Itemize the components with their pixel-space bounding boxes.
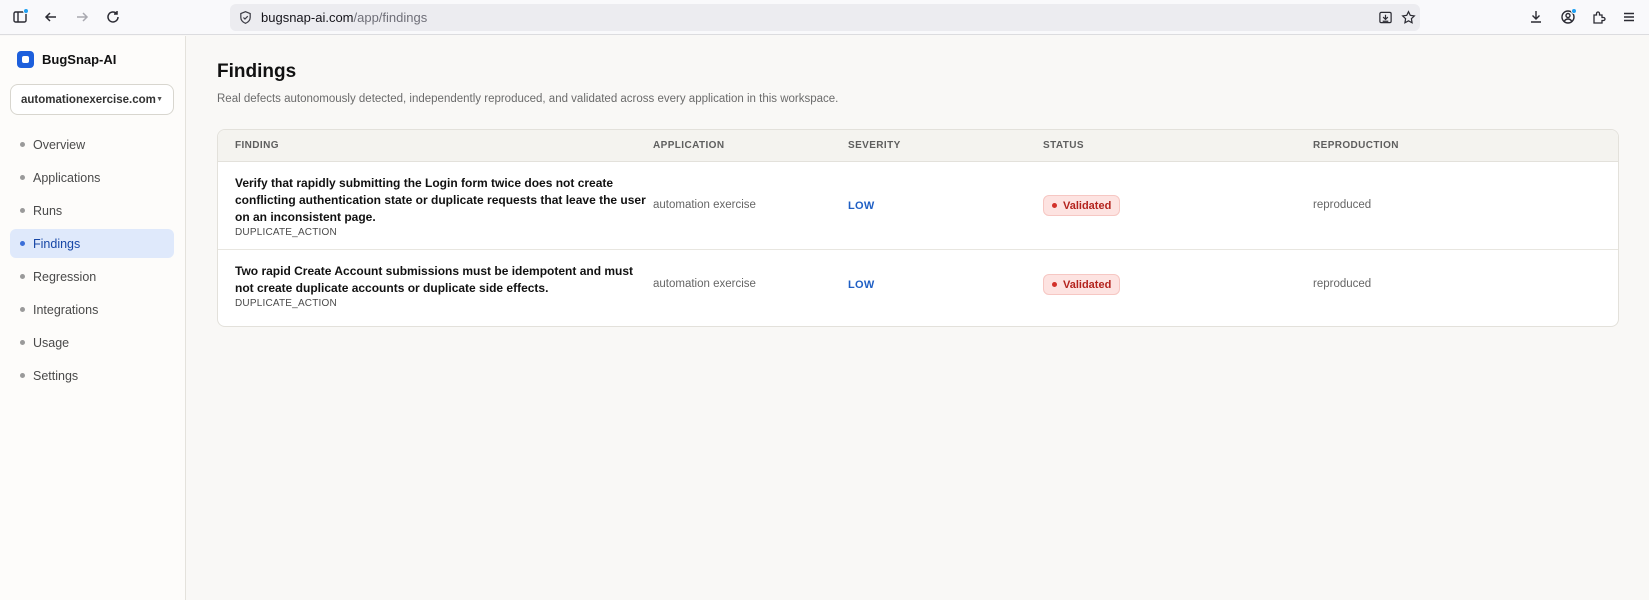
url-bar[interactable]: bugsnap-ai.com/app/findings	[230, 4, 1420, 31]
status-badge: Validated	[1043, 274, 1121, 295]
status-dot-icon	[1052, 203, 1057, 208]
finding-type: DUPLICATE_ACTION	[235, 227, 337, 238]
menu-icon[interactable]	[1617, 5, 1641, 29]
sidebar-item-label: Applications	[33, 170, 101, 185]
sidebar-item-label: Findings	[33, 236, 81, 251]
page-title: Findings	[217, 61, 297, 82]
browser-toolbar: bugsnap-ai.com/app/findings	[0, 0, 1649, 35]
column-header-status[interactable]: STATUS	[1043, 140, 1084, 151]
page-save-icon[interactable]	[1375, 7, 1395, 27]
brand[interactable]: BugSnap-AI	[17, 51, 116, 68]
column-header-finding[interactable]: FINDING	[235, 140, 279, 151]
caret-down-icon: ▼	[156, 96, 163, 103]
main-content: Findings Real defects autonomously detec…	[187, 36, 1649, 600]
sidebar-item-settings[interactable]: Settings	[10, 361, 174, 390]
finding-cell: Two rapid Create Account submissions mus…	[235, 263, 647, 309]
status-badge: Validated	[1043, 195, 1121, 216]
url-text[interactable]: bugsnap-ai.com/app/findings	[261, 10, 427, 25]
sidebar-item-label: Usage	[33, 335, 70, 350]
bullet-icon	[20, 274, 25, 279]
sidebar-item-runs[interactable]: Runs	[10, 196, 174, 225]
column-header-reproduction[interactable]: REPRODUCTION	[1313, 140, 1399, 151]
bullet-icon	[20, 373, 25, 378]
reproduction-cell: reproduced	[1313, 199, 1372, 211]
sidebar-item-usage[interactable]: Usage	[10, 328, 174, 357]
account-icon[interactable]	[1556, 5, 1580, 29]
workspace-select-value: automationexercise.com	[21, 93, 156, 106]
sidebar-item-regression[interactable]: Regression	[10, 262, 174, 291]
column-header-severity[interactable]: SEVERITY	[848, 140, 901, 151]
url-host: bugsnap-ai.com	[261, 10, 354, 25]
sidebar-item-integrations[interactable]: Integrations	[10, 295, 174, 324]
downloads-icon[interactable]	[1524, 5, 1548, 29]
status-cell: Validated	[1043, 195, 1121, 216]
sidebar-toggle-icon[interactable]	[8, 5, 32, 29]
reload-icon[interactable]	[101, 5, 125, 29]
sidebar-item-overview[interactable]: Overview	[10, 130, 174, 159]
sidebar: BugSnap-AI automationexercise.com ▼ Over…	[0, 36, 186, 600]
workspace-select[interactable]: automationexercise.com ▼	[10, 84, 174, 115]
table-row[interactable]: Verify that rapidly submitting the Login…	[218, 162, 1618, 250]
bullet-icon	[20, 175, 25, 180]
sidebar-item-label: Overview	[33, 137, 86, 152]
sidebar-item-findings[interactable]: Findings	[10, 229, 174, 258]
bullet-icon	[20, 142, 25, 147]
bullet-icon	[20, 241, 25, 246]
table-row[interactable]: Two rapid Create Account submissions mus…	[218, 251, 1618, 326]
severity-cell: LOW	[848, 279, 875, 291]
status-cell: Validated	[1043, 274, 1121, 295]
finding-type: DUPLICATE_ACTION	[235, 298, 337, 309]
extensions-icon[interactable]	[1587, 5, 1611, 29]
page-subtitle: Real defects autonomously detected, inde…	[217, 93, 839, 105]
status-dot-icon	[1052, 282, 1057, 287]
findings-table: FINDING APPLICATION SEVERITY STATUS REPR…	[217, 129, 1619, 327]
sidebar-item-label: Runs	[33, 203, 63, 218]
forward-arrow-icon[interactable]	[70, 5, 94, 29]
bookmark-star-icon[interactable]	[1398, 7, 1418, 27]
sidebar-item-label: Settings	[33, 368, 79, 383]
finding-title[interactable]: Two rapid Create Account submissions mus…	[235, 263, 647, 297]
shield-icon[interactable]	[236, 8, 254, 26]
bullet-icon	[20, 307, 25, 312]
finding-title[interactable]: Verify that rapidly submitting the Login…	[235, 175, 647, 226]
url-path: /app/findings	[353, 10, 428, 25]
sidebar-nav: Overview Applications Runs Findings Regr…	[10, 130, 174, 394]
status-badge-label: Validated	[1063, 199, 1112, 212]
severity-cell: LOW	[848, 200, 875, 212]
brand-logo-icon	[17, 51, 34, 68]
brand-name: BugSnap-AI	[42, 52, 117, 67]
sidebar-item-label: Regression	[33, 269, 97, 284]
application-cell: automation exercise	[653, 199, 756, 211]
back-arrow-icon[interactable]	[39, 5, 63, 29]
bullet-icon	[20, 340, 25, 345]
bullet-icon	[20, 208, 25, 213]
finding-cell: Verify that rapidly submitting the Login…	[235, 175, 647, 238]
reproduction-cell: reproduced	[1313, 278, 1372, 290]
table-header: FINDING APPLICATION SEVERITY STATUS REPR…	[218, 130, 1618, 162]
sidebar-item-label: Integrations	[33, 302, 99, 317]
status-badge-label: Validated	[1063, 278, 1112, 291]
column-header-application[interactable]: APPLICATION	[653, 140, 724, 151]
application-cell: automation exercise	[653, 278, 756, 290]
sidebar-item-applications[interactable]: Applications	[10, 163, 174, 192]
